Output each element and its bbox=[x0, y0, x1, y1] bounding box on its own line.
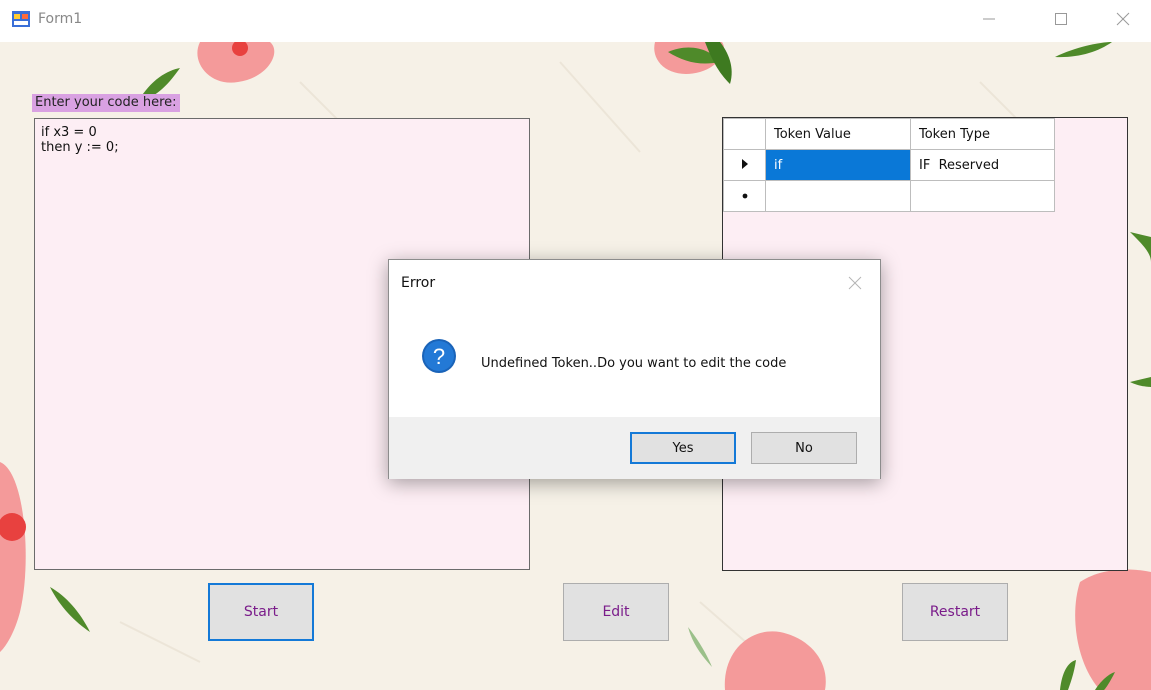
column-header-token-type[interactable]: Token Type bbox=[910, 118, 1055, 150]
app-icon bbox=[12, 11, 30, 27]
grid-header-row: Token Value Token Type bbox=[723, 118, 1055, 150]
yes-button[interactable]: Yes bbox=[630, 432, 736, 464]
error-dialog: Error ? Undefined Token..Do you want to … bbox=[388, 259, 881, 479]
maximize-button[interactable] bbox=[1038, 0, 1084, 38]
close-button[interactable] bbox=[1100, 0, 1146, 38]
row-header[interactable] bbox=[723, 149, 766, 181]
token-type-cell[interactable]: IF Reserved bbox=[910, 149, 1055, 181]
question-icon: ? bbox=[422, 339, 456, 373]
minimize-icon bbox=[983, 18, 995, 20]
code-input-label: Enter your code here: bbox=[32, 94, 180, 112]
svg-text:?: ? bbox=[433, 344, 445, 369]
maximize-icon bbox=[1055, 13, 1067, 25]
window-title: Form1 bbox=[38, 11, 83, 27]
token-table: Token Value Token Type if IF Reserved bbox=[723, 118, 1055, 212]
dialog-close-icon[interactable] bbox=[846, 274, 864, 292]
table-row[interactable] bbox=[723, 180, 1055, 212]
dialog-button-bar: Yes No bbox=[389, 417, 880, 479]
minimize-button[interactable] bbox=[966, 0, 1012, 38]
current-row-arrow-icon bbox=[741, 158, 748, 169]
token-value-cell[interactable] bbox=[765, 180, 911, 212]
restart-button[interactable]: Restart bbox=[902, 583, 1008, 641]
dialog-title: Error bbox=[401, 275, 436, 291]
close-icon bbox=[1116, 12, 1130, 26]
dialog-message: Undefined Token..Do you want to edit the… bbox=[481, 356, 787, 371]
row-header-corner bbox=[723, 118, 766, 150]
no-button[interactable]: No bbox=[751, 432, 857, 464]
start-button[interactable]: Start bbox=[208, 583, 314, 641]
new-row-asterisk-icon bbox=[742, 193, 747, 198]
token-type-cell[interactable] bbox=[910, 180, 1055, 212]
edit-button[interactable]: Edit bbox=[563, 583, 669, 641]
row-header[interactable] bbox=[723, 180, 766, 212]
title-bar: Form1 bbox=[0, 0, 1151, 42]
column-header-token-value[interactable]: Token Value bbox=[765, 118, 911, 150]
token-value-cell[interactable]: if bbox=[765, 149, 911, 181]
table-row[interactable]: if IF Reserved bbox=[723, 149, 1055, 181]
